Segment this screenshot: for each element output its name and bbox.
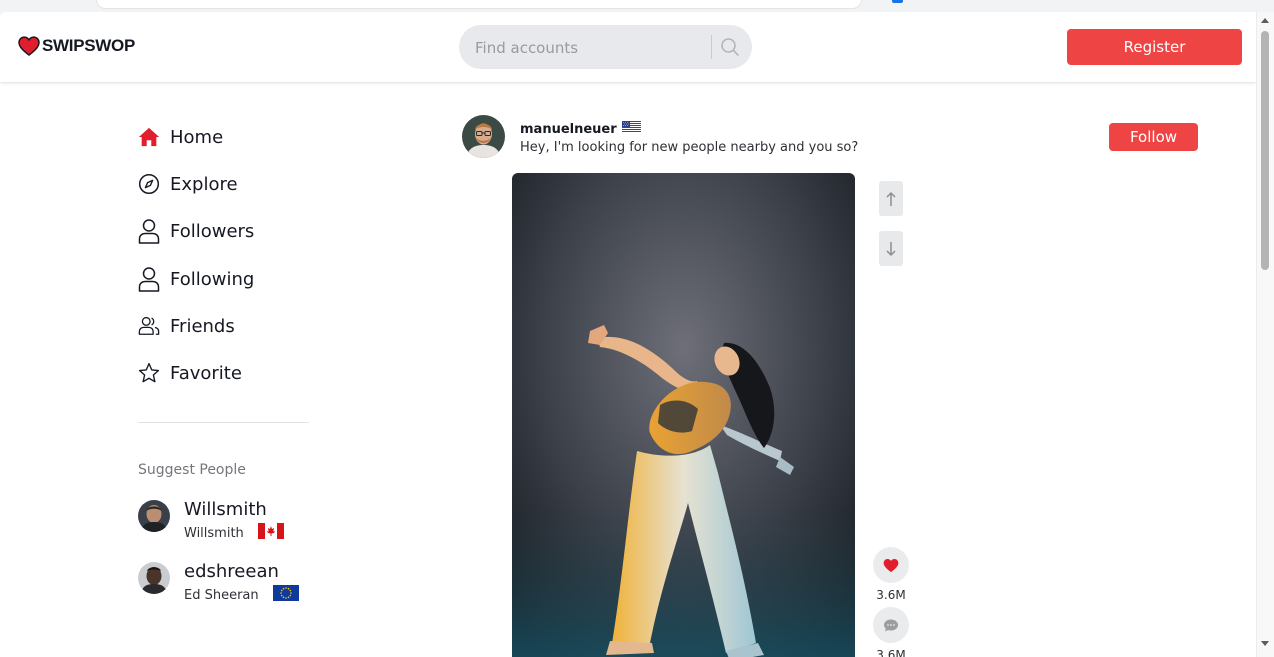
search-button[interactable] — [717, 35, 743, 59]
browser-top-strip — [0, 0, 1274, 12]
search-input[interactable] — [473, 36, 707, 60]
previous-post-button[interactable] — [879, 181, 903, 216]
heart-logo-icon — [18, 36, 40, 56]
post-username[interactable]: manuelneuer — [520, 122, 617, 137]
brand-logo[interactable]: SWIPSWOP — [18, 36, 135, 56]
brand-name: SWIPSWOP — [42, 36, 135, 55]
users-icon — [138, 313, 160, 339]
avatar — [138, 562, 170, 594]
arrow-up-icon — [886, 191, 896, 206]
scrollbar-thumb[interactable] — [1261, 31, 1269, 270]
nav-label-followers: Followers — [170, 220, 255, 242]
suggested-username: Willsmith — [184, 499, 267, 520]
nav-item-favorite[interactable]: Favorite — [138, 358, 242, 388]
page-viewport: SWIPSWOP Register Home Explore — [0, 12, 1256, 657]
suggest-people-title: Suggest People — [138, 462, 246, 478]
user-icon — [138, 266, 160, 292]
nav-item-explore[interactable]: Explore — [138, 169, 238, 199]
arrow-down-icon — [886, 241, 896, 256]
like-button[interactable] — [873, 547, 909, 583]
canada-flag-icon — [257, 523, 284, 543]
us-flag-icon — [621, 121, 641, 137]
suggested-user-willsmith[interactable]: Willsmith Willsmith — [138, 500, 284, 543]
browser-address-bar[interactable] — [96, 0, 862, 9]
comment-count: 3.6M — [876, 648, 906, 657]
post-video[interactable] — [512, 173, 855, 657]
compass-icon — [138, 171, 160, 197]
home-icon — [138, 124, 160, 150]
sidebar-divider — [138, 422, 309, 423]
nav-item-following[interactable]: Following — [138, 264, 254, 294]
top-header: SWIPSWOP Register — [0, 12, 1256, 82]
nav-label-home: Home — [170, 126, 224, 148]
search-bar — [459, 25, 752, 69]
avatar[interactable] — [462, 115, 505, 158]
avatar — [138, 500, 170, 532]
register-button[interactable]: Register — [1067, 29, 1242, 65]
star-icon — [138, 360, 160, 386]
nav-label-explore: Explore — [170, 173, 238, 195]
suggested-user-edshreean[interactable]: edshreean Ed Sheeran — [138, 562, 299, 605]
post-caption: Hey, I'm looking for new people nearby a… — [520, 140, 859, 155]
nav-item-followers[interactable]: Followers — [138, 216, 254, 246]
scroll-down-arrow[interactable] — [1261, 641, 1269, 646]
follow-button[interactable]: Follow — [1109, 123, 1198, 151]
search-icon — [721, 38, 739, 56]
comment-button[interactable] — [873, 607, 909, 643]
eu-flag-icon — [272, 585, 299, 605]
user-icon — [138, 218, 160, 244]
like-count: 3.6M — [876, 588, 906, 602]
nav-label-friends: Friends — [170, 315, 235, 337]
suggested-display-name: Ed Sheeran — [184, 587, 259, 603]
scroll-up-arrow[interactable] — [1261, 18, 1269, 23]
nav-item-friends[interactable]: Friends — [138, 311, 235, 341]
search-divider — [711, 35, 712, 59]
suggested-username: edshreean — [184, 561, 279, 582]
browser-extension-indicator — [892, 0, 903, 3]
nav-item-home[interactable]: Home — [138, 122, 223, 152]
heart-icon — [883, 558, 899, 572]
next-post-button[interactable] — [879, 231, 903, 266]
nav-label-following: Following — [170, 268, 255, 290]
nav-label-favorite: Favorite — [170, 362, 242, 384]
suggested-display-name: Willsmith — [184, 525, 244, 541]
page-scrollbar[interactable] — [1256, 12, 1274, 657]
comment-icon — [884, 619, 898, 631]
